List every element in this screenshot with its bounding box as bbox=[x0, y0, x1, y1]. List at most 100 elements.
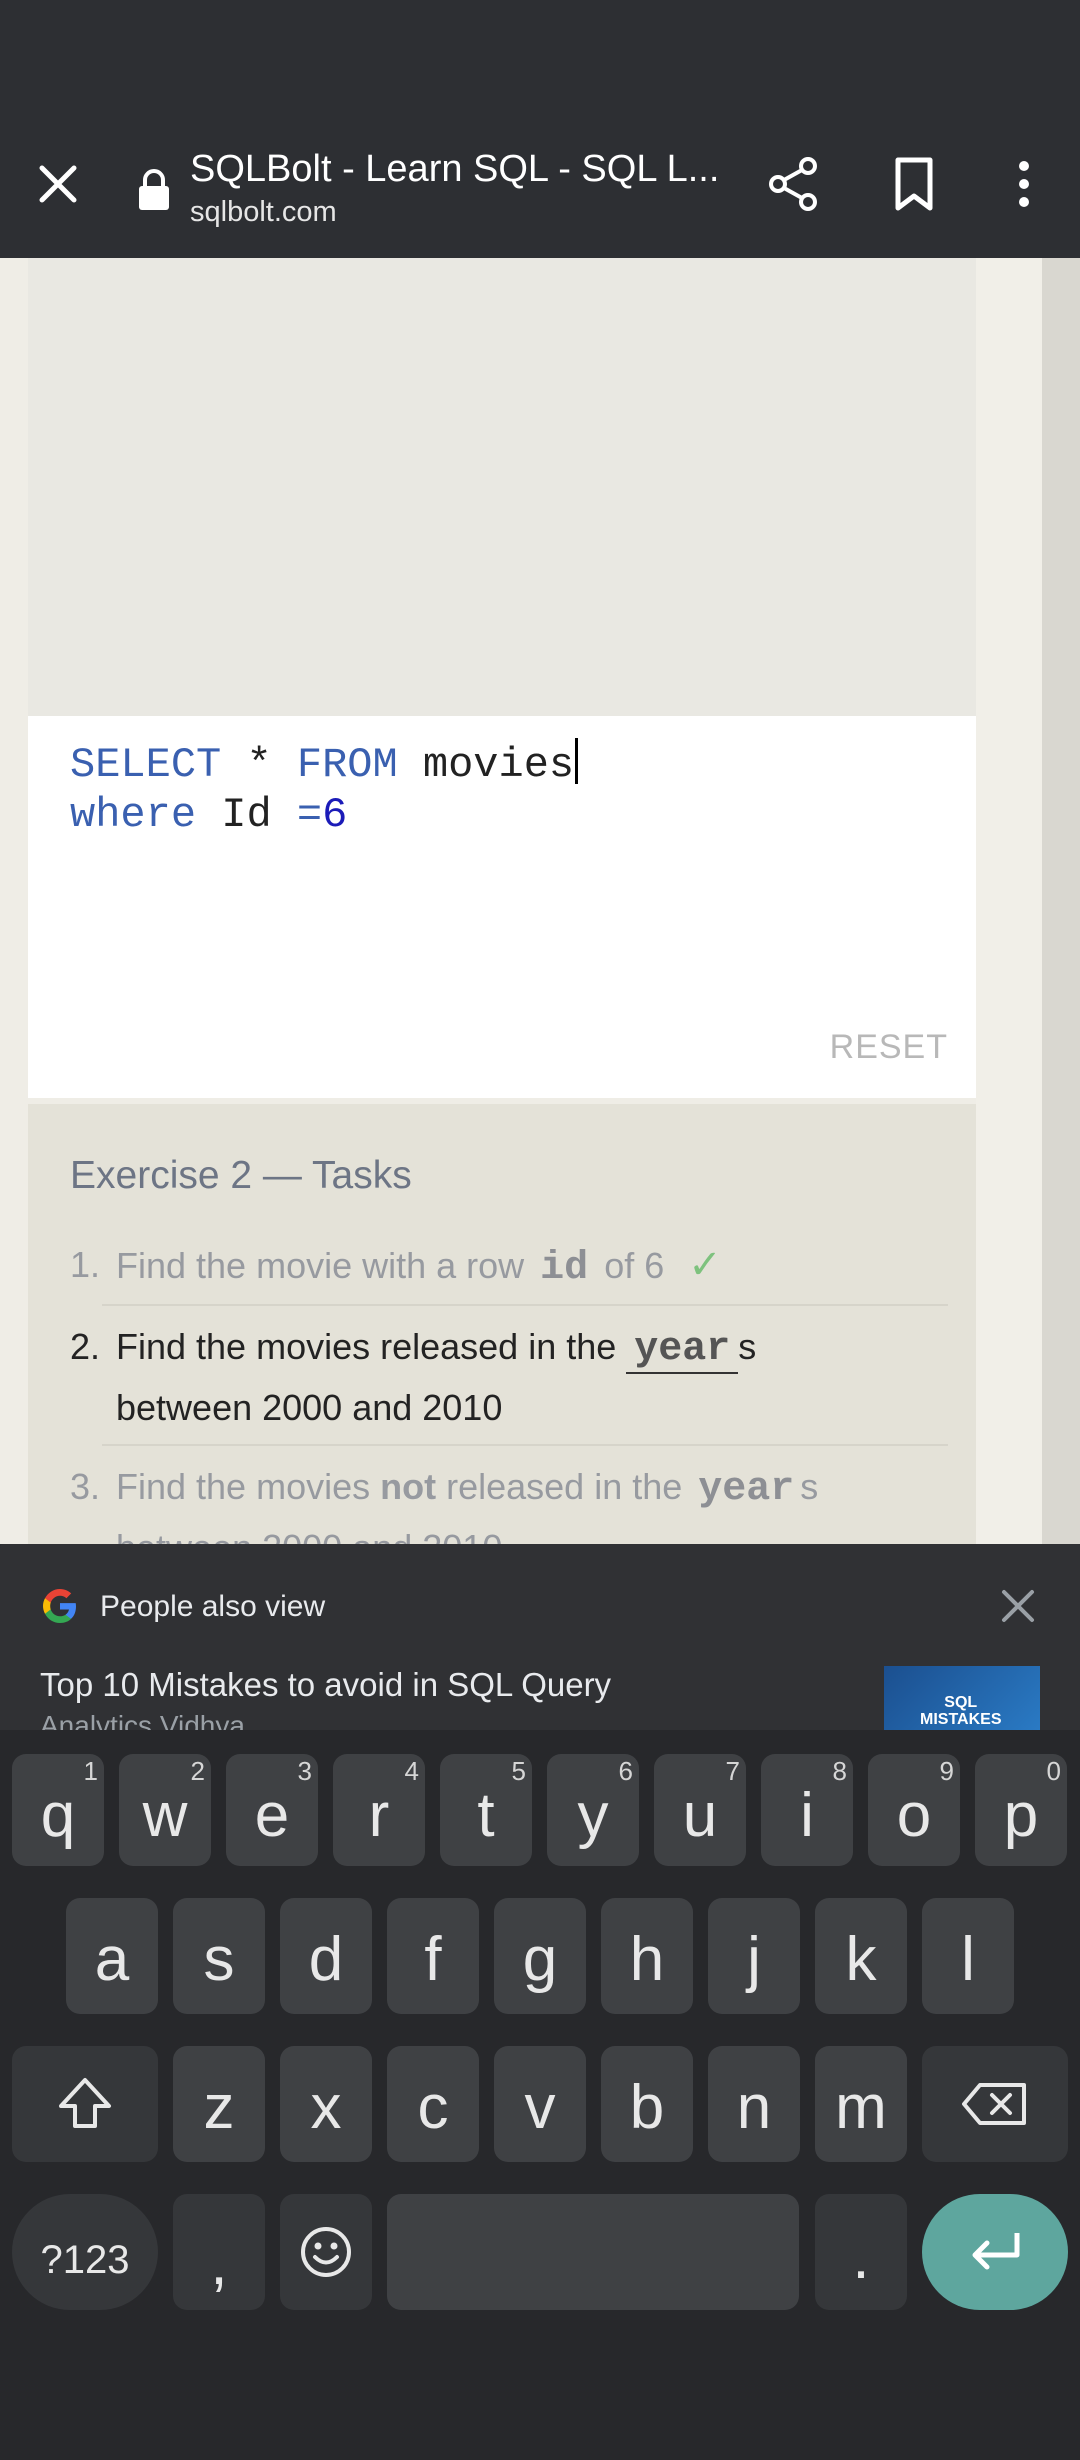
check-icon: ✓ bbox=[688, 1243, 722, 1287]
comma-key[interactable]: , bbox=[173, 2194, 265, 2310]
symbols-key[interactable]: ?123 bbox=[12, 2194, 158, 2310]
key-h[interactable]: h bbox=[601, 1898, 693, 2014]
article-thumbnail[interactable]: SQL MISTAKES bbox=[884, 1666, 1040, 1730]
task-text: of 6 bbox=[594, 1245, 665, 1286]
key-label: . bbox=[852, 2223, 870, 2292]
page-scrollbar[interactable] bbox=[1042, 258, 1080, 1544]
key-p[interactable]: 0p bbox=[975, 1754, 1067, 1866]
key-e[interactable]: 3e bbox=[226, 1754, 318, 1866]
key-d[interactable]: d bbox=[280, 1898, 372, 2014]
key-label: n bbox=[736, 2073, 772, 2142]
task-text: s bbox=[800, 1466, 819, 1507]
sql-code[interactable]: SELECT * FROM movies where Id =6 bbox=[70, 738, 579, 840]
key-label: x bbox=[310, 2073, 342, 2142]
tasks-title: Exercise 2 — Tasks bbox=[70, 1154, 412, 1197]
sheet-close-icon[interactable] bbox=[996, 1584, 1040, 1628]
share-icon[interactable] bbox=[762, 152, 826, 216]
divider bbox=[102, 1444, 948, 1446]
page-title[interactable]: SQLBolt - Learn SQL - SQL L... bbox=[190, 148, 730, 191]
task-code-term: id bbox=[540, 1246, 589, 1291]
article-title-link[interactable]: Top 10 Mistakes to avoid in SQL Query bbox=[40, 1666, 611, 1704]
task-text: Find the movies released in the bbox=[116, 1326, 627, 1367]
task-code-term: year bbox=[626, 1327, 739, 1374]
key-r[interactable]: 4r bbox=[333, 1754, 425, 1866]
task-bold-text: not bbox=[380, 1466, 437, 1507]
reset-button[interactable]: RESET bbox=[830, 1028, 948, 1067]
lock-icon bbox=[139, 169, 169, 210]
key-z[interactable]: z bbox=[173, 2046, 265, 2162]
key-x[interactable]: x bbox=[280, 2046, 372, 2162]
key-v[interactable]: v bbox=[494, 2046, 586, 2162]
key-label: v bbox=[524, 2073, 556, 2142]
task-text: released in the bbox=[436, 1466, 693, 1507]
key-l[interactable]: l bbox=[922, 1898, 1014, 2014]
backspace-key[interactable] bbox=[922, 2046, 1068, 2162]
key-y[interactable]: 6y bbox=[547, 1754, 639, 1866]
page-url[interactable]: sqlbolt.com bbox=[190, 196, 337, 229]
period-key[interactable]: . bbox=[815, 2194, 907, 2310]
sql-table: movies bbox=[397, 741, 575, 789]
key-label: f bbox=[424, 1925, 442, 1994]
space-key[interactable] bbox=[387, 2194, 799, 2310]
key-label: , bbox=[210, 2229, 228, 2298]
key-c[interactable]: c bbox=[387, 2046, 479, 2162]
bookmark-icon[interactable] bbox=[882, 152, 946, 216]
key-label: i bbox=[800, 1781, 814, 1850]
key-i[interactable]: 8i bbox=[761, 1754, 853, 1866]
key-q[interactable]: 1q bbox=[12, 1754, 104, 1866]
query-results-area bbox=[28, 258, 976, 716]
key-label: t bbox=[477, 1781, 495, 1850]
on-screen-keyboard: 1q 2w 3e 4r 5t 6y 7u 8i 9o 0p a s d f g … bbox=[0, 1730, 1080, 2460]
key-n[interactable]: n bbox=[708, 2046, 800, 2162]
key-a[interactable]: a bbox=[66, 1898, 158, 2014]
text-caret bbox=[575, 738, 579, 784]
sql-number: 6 bbox=[322, 791, 348, 839]
key-m[interactable]: m bbox=[815, 2046, 907, 2162]
key-f[interactable]: f bbox=[387, 1898, 479, 2014]
sheet-header: People also view bbox=[100, 1590, 326, 1623]
key-label: l bbox=[961, 1925, 975, 1994]
key-label: o bbox=[896, 1781, 932, 1850]
sql-editor[interactable]: SELECT * FROM movies where Id =6 RESET bbox=[28, 716, 976, 1098]
screen: SQLBolt - Learn SQL - SQL L... sqlbolt.c… bbox=[0, 0, 1080, 2460]
key-label: h bbox=[629, 1925, 665, 1994]
sql-keyword: where bbox=[70, 791, 197, 839]
sql-keyword: FROM bbox=[296, 741, 398, 789]
enter-icon bbox=[972, 2233, 1020, 2270]
sql-operator: = bbox=[296, 791, 323, 839]
key-w[interactable]: 2w bbox=[119, 1754, 211, 1866]
shift-key[interactable] bbox=[12, 2046, 158, 2162]
emoji-key[interactable] bbox=[280, 2194, 372, 2310]
task-text: s bbox=[738, 1326, 757, 1367]
key-label: y bbox=[577, 1781, 609, 1850]
task-text: Find the movie with a row bbox=[116, 1245, 535, 1286]
key-label: m bbox=[835, 2073, 887, 2142]
task-text: between 2000 and 2010 bbox=[116, 1527, 502, 1544]
key-label: b bbox=[629, 2073, 665, 2142]
task-text: Find the movies bbox=[116, 1466, 381, 1507]
emoji-icon bbox=[301, 2227, 351, 2277]
key-label: p bbox=[1003, 1781, 1039, 1850]
web-page: SELECT * FROM movies where Id =6 RESET E… bbox=[0, 258, 1080, 1544]
shift-icon bbox=[59, 2078, 111, 2128]
page-margin bbox=[976, 258, 1042, 1544]
browser-toolbar: SQLBolt - Learn SQL - SQL L... sqlbolt.c… bbox=[0, 110, 1080, 258]
key-o[interactable]: 9o bbox=[868, 1754, 960, 1866]
key-u[interactable]: 7u bbox=[654, 1754, 746, 1866]
thumbnail-text: SQL MISTAKES bbox=[920, 1694, 1001, 1728]
enter-key[interactable] bbox=[922, 2194, 1068, 2310]
key-label: c bbox=[417, 2073, 449, 2142]
key-label: d bbox=[308, 1925, 344, 1994]
key-label: g bbox=[522, 1925, 558, 1994]
key-s[interactable]: s bbox=[173, 1898, 265, 2014]
key-t[interactable]: 5t bbox=[440, 1754, 532, 1866]
key-label: ?123 bbox=[40, 2238, 130, 2282]
more-vert-icon[interactable] bbox=[1000, 152, 1048, 216]
key-g[interactable]: g bbox=[494, 1898, 586, 2014]
close-icon[interactable] bbox=[26, 152, 90, 216]
key-j[interactable]: j bbox=[708, 1898, 800, 2014]
key-k[interactable]: k bbox=[815, 1898, 907, 2014]
task-number: 3. bbox=[70, 1466, 101, 1507]
task-number: 1. bbox=[70, 1244, 101, 1285]
key-b[interactable]: b bbox=[601, 2046, 693, 2162]
